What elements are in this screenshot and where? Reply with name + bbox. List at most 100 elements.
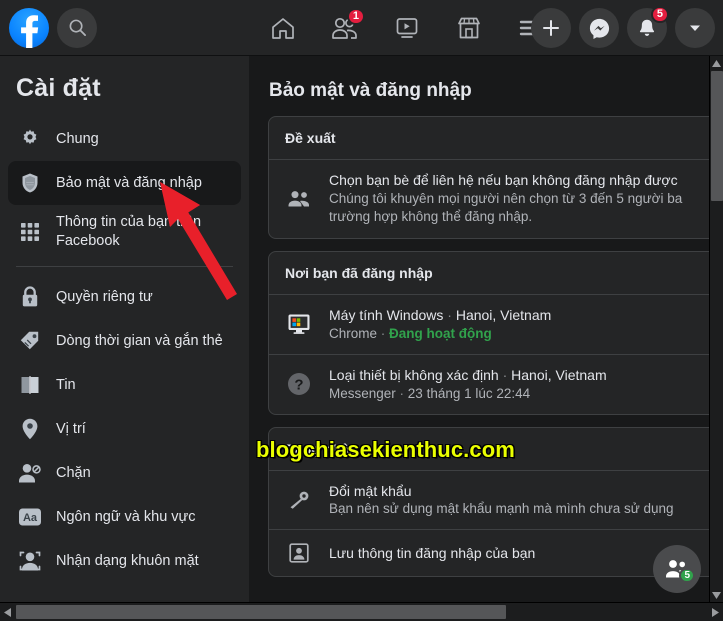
session-device: Loại thiết bị không xác định · Hanoi, Vi…: [329, 366, 709, 385]
create-button[interactable]: [531, 8, 571, 48]
sidebar-item-label: Ngôn ngữ và khu vực: [56, 508, 196, 525]
sidebar-divider: [16, 266, 233, 268]
windows-computer-icon: [285, 312, 313, 336]
vertical-scrollbar-thumb[interactable]: [711, 71, 723, 201]
sidebar-item-label: Chặn: [56, 464, 91, 481]
session-location: Hanoi, Vietnam: [511, 366, 607, 383]
sidebar-item-location[interactable]: Vị trí: [8, 407, 241, 451]
chevron-down-icon: [690, 25, 700, 31]
messenger-button[interactable]: [579, 8, 619, 48]
gear-icon: [16, 125, 44, 153]
row-text: Đổi mật khẩu Bạn nên sử dụng mật khẩu mạ…: [329, 482, 709, 519]
unknown-device-icon: ?: [285, 371, 313, 397]
session-device-name: Máy tính Windows: [329, 307, 444, 323]
language-aa-icon: Aa: [16, 503, 44, 531]
top-navigation-bar: 1 5: [0, 0, 723, 56]
session-device: Máy tính Windows · Hanoi, Vietnam: [329, 306, 709, 325]
sidebar-item-your-info-on-facebook[interactable]: Thông tin của bạn trên Facebook: [8, 205, 241, 258]
card-heading: Nơi bạn đã đăng nhập: [269, 252, 709, 295]
vertical-scrollbar[interactable]: [709, 56, 723, 602]
shield-icon: [16, 169, 44, 197]
card-heading: Đề xuất: [269, 117, 709, 160]
row-text: Chọn bạn bè để liên hệ nếu bạn không đăn…: [329, 171, 709, 227]
card-where-logged-in: Nơi bạn đã đăng nhập Máy tính Windows · …: [268, 251, 709, 415]
row-subtitle: Bạn nên sử dụng mật khẩu mạnh mà mình ch…: [329, 501, 674, 517]
contacts-floating-button[interactable]: 5: [653, 545, 701, 593]
sidebar-item-label: Chung: [56, 130, 99, 147]
page-title: Bảo mật và đăng nhập: [269, 80, 472, 101]
svg-text:Aa: Aa: [23, 512, 38, 524]
topbar-left-group: [0, 7, 97, 48]
save-credentials-icon: [285, 541, 313, 565]
topbar-right-group: 5: [531, 6, 715, 48]
sidebar-item-blocking[interactable]: Chặn: [8, 451, 241, 495]
sidebar-item-timeline-and-tagging[interactable]: Dòng thời gian và gắn thẻ: [8, 319, 241, 363]
block-user-icon: [16, 459, 44, 487]
friends-badge: 1: [346, 8, 365, 25]
notifications-button[interactable]: 5: [627, 6, 669, 48]
session-location: Hanoi, Vietnam: [455, 307, 552, 323]
nav-home[interactable]: [252, 4, 314, 52]
scroll-down-arrow[interactable]: [710, 588, 723, 602]
home-icon: [272, 18, 294, 39]
lock-icon: [16, 283, 44, 311]
row-change-password[interactable]: Đổi mật khẩu Bạn nên sử dụng mật khẩu mạ…: [269, 471, 709, 531]
sidebar-item-general[interactable]: Chung: [8, 117, 241, 161]
sidebar-item-stories[interactable]: Tin: [8, 363, 241, 407]
row-text: Loại thiết bị không xác định · Hanoi, Vi…: [329, 366, 709, 403]
grid-icon: [16, 218, 44, 246]
scroll-up-arrow[interactable]: [710, 56, 723, 70]
horizontal-scrollbar-thumb[interactable]: [16, 605, 506, 619]
sidebar-item-face-recognition[interactable]: Nhận dạng khuôn mặt: [8, 539, 241, 583]
row-choose-friends[interactable]: Chọn bạn bè để liên hệ nếu bạn không đăn…: [269, 160, 709, 238]
nav-marketplace[interactable]: [438, 4, 500, 52]
facebook-logo[interactable]: [9, 7, 49, 48]
svg-text:?: ?: [294, 377, 303, 394]
horizontal-scrollbar[interactable]: [0, 602, 723, 621]
sidebar-item-label: Nhận dạng khuôn mặt: [56, 552, 199, 569]
row-session-unknown[interactable]: ? Loại thiết bị không xác định · Hanoi, …: [269, 355, 709, 414]
row-save-login-info[interactable]: Lưu thông tin đăng nhập của bạn: [269, 530, 709, 576]
contacts-badge: 5: [679, 568, 695, 583]
scroll-left-arrow[interactable]: [0, 603, 15, 621]
session-meta: Messenger · 23 tháng 1 lúc 22:44: [329, 385, 709, 403]
sidebar-item-language-and-region[interactable]: Aa Ngôn ngữ và khu vực: [8, 495, 241, 539]
settings-sidebar: Cài đặt Chung Bảo mật và đăng nhập Thông…: [0, 56, 249, 602]
plus-icon: [543, 20, 559, 36]
account-menu-button[interactable]: [675, 8, 715, 48]
session-device-name: Loại thiết bị không xác định: [329, 366, 499, 383]
face-recognition-icon: [16, 547, 44, 575]
search-button[interactable]: [57, 7, 97, 48]
tag-icon: [16, 327, 44, 355]
nav-watch[interactable]: [376, 4, 438, 52]
two-people-icon: [285, 189, 313, 209]
separator: ·: [395, 385, 408, 401]
row-session-windows[interactable]: Máy tính Windows · Hanoi, Vietnam Chrome…: [269, 295, 709, 355]
row-title: Đổi mật khẩu: [329, 482, 412, 499]
separator: ·: [498, 366, 512, 383]
session-status: 23 tháng 1 lúc 22:44: [407, 385, 531, 401]
marketplace-icon: [458, 17, 480, 39]
sidebar-item-security-and-login[interactable]: Bảo mật và đăng nhập: [8, 161, 241, 205]
topbar-nav-group: 1: [252, 0, 562, 56]
sidebar-item-label: Thông tin của bạn trên Facebook: [56, 214, 202, 249]
session-browser: Messenger: [329, 385, 396, 401]
watermark: blogchiasekienthuc.com: [256, 437, 515, 462]
sidebar-item-label: Quyền riêng tư: [56, 288, 153, 305]
sidebar-item-label: Bảo mật và đăng nhập: [56, 174, 202, 191]
sidebar-item-label: Vị trí: [56, 420, 86, 437]
session-status: Đang hoạt động: [389, 325, 492, 341]
sidebar-item-label: Dòng thời gian và gắn thẻ: [56, 332, 223, 349]
sidebar-item-privacy[interactable]: Quyền riêng tư: [8, 275, 241, 319]
row-title: Lưu thông tin đăng nhập của bạn: [329, 545, 536, 562]
key-icon: [285, 489, 313, 511]
scroll-right-arrow[interactable]: [708, 603, 723, 621]
settings-main-content: Bảo mật và đăng nhập Đề xuất Chọn bạn bè…: [249, 56, 709, 602]
watch-video-icon: [396, 18, 418, 38]
search-icon: [69, 19, 86, 37]
sidebar-title: Cài đặt: [16, 74, 101, 102]
nav-friends[interactable]: 1: [314, 4, 376, 52]
messenger-icon: [589, 18, 609, 39]
row-title: Chọn bạn bè để liên hệ nếu bạn không đăn…: [329, 172, 678, 188]
row-text: Máy tính Windows · Hanoi, Vietnam Chrome…: [329, 306, 709, 343]
